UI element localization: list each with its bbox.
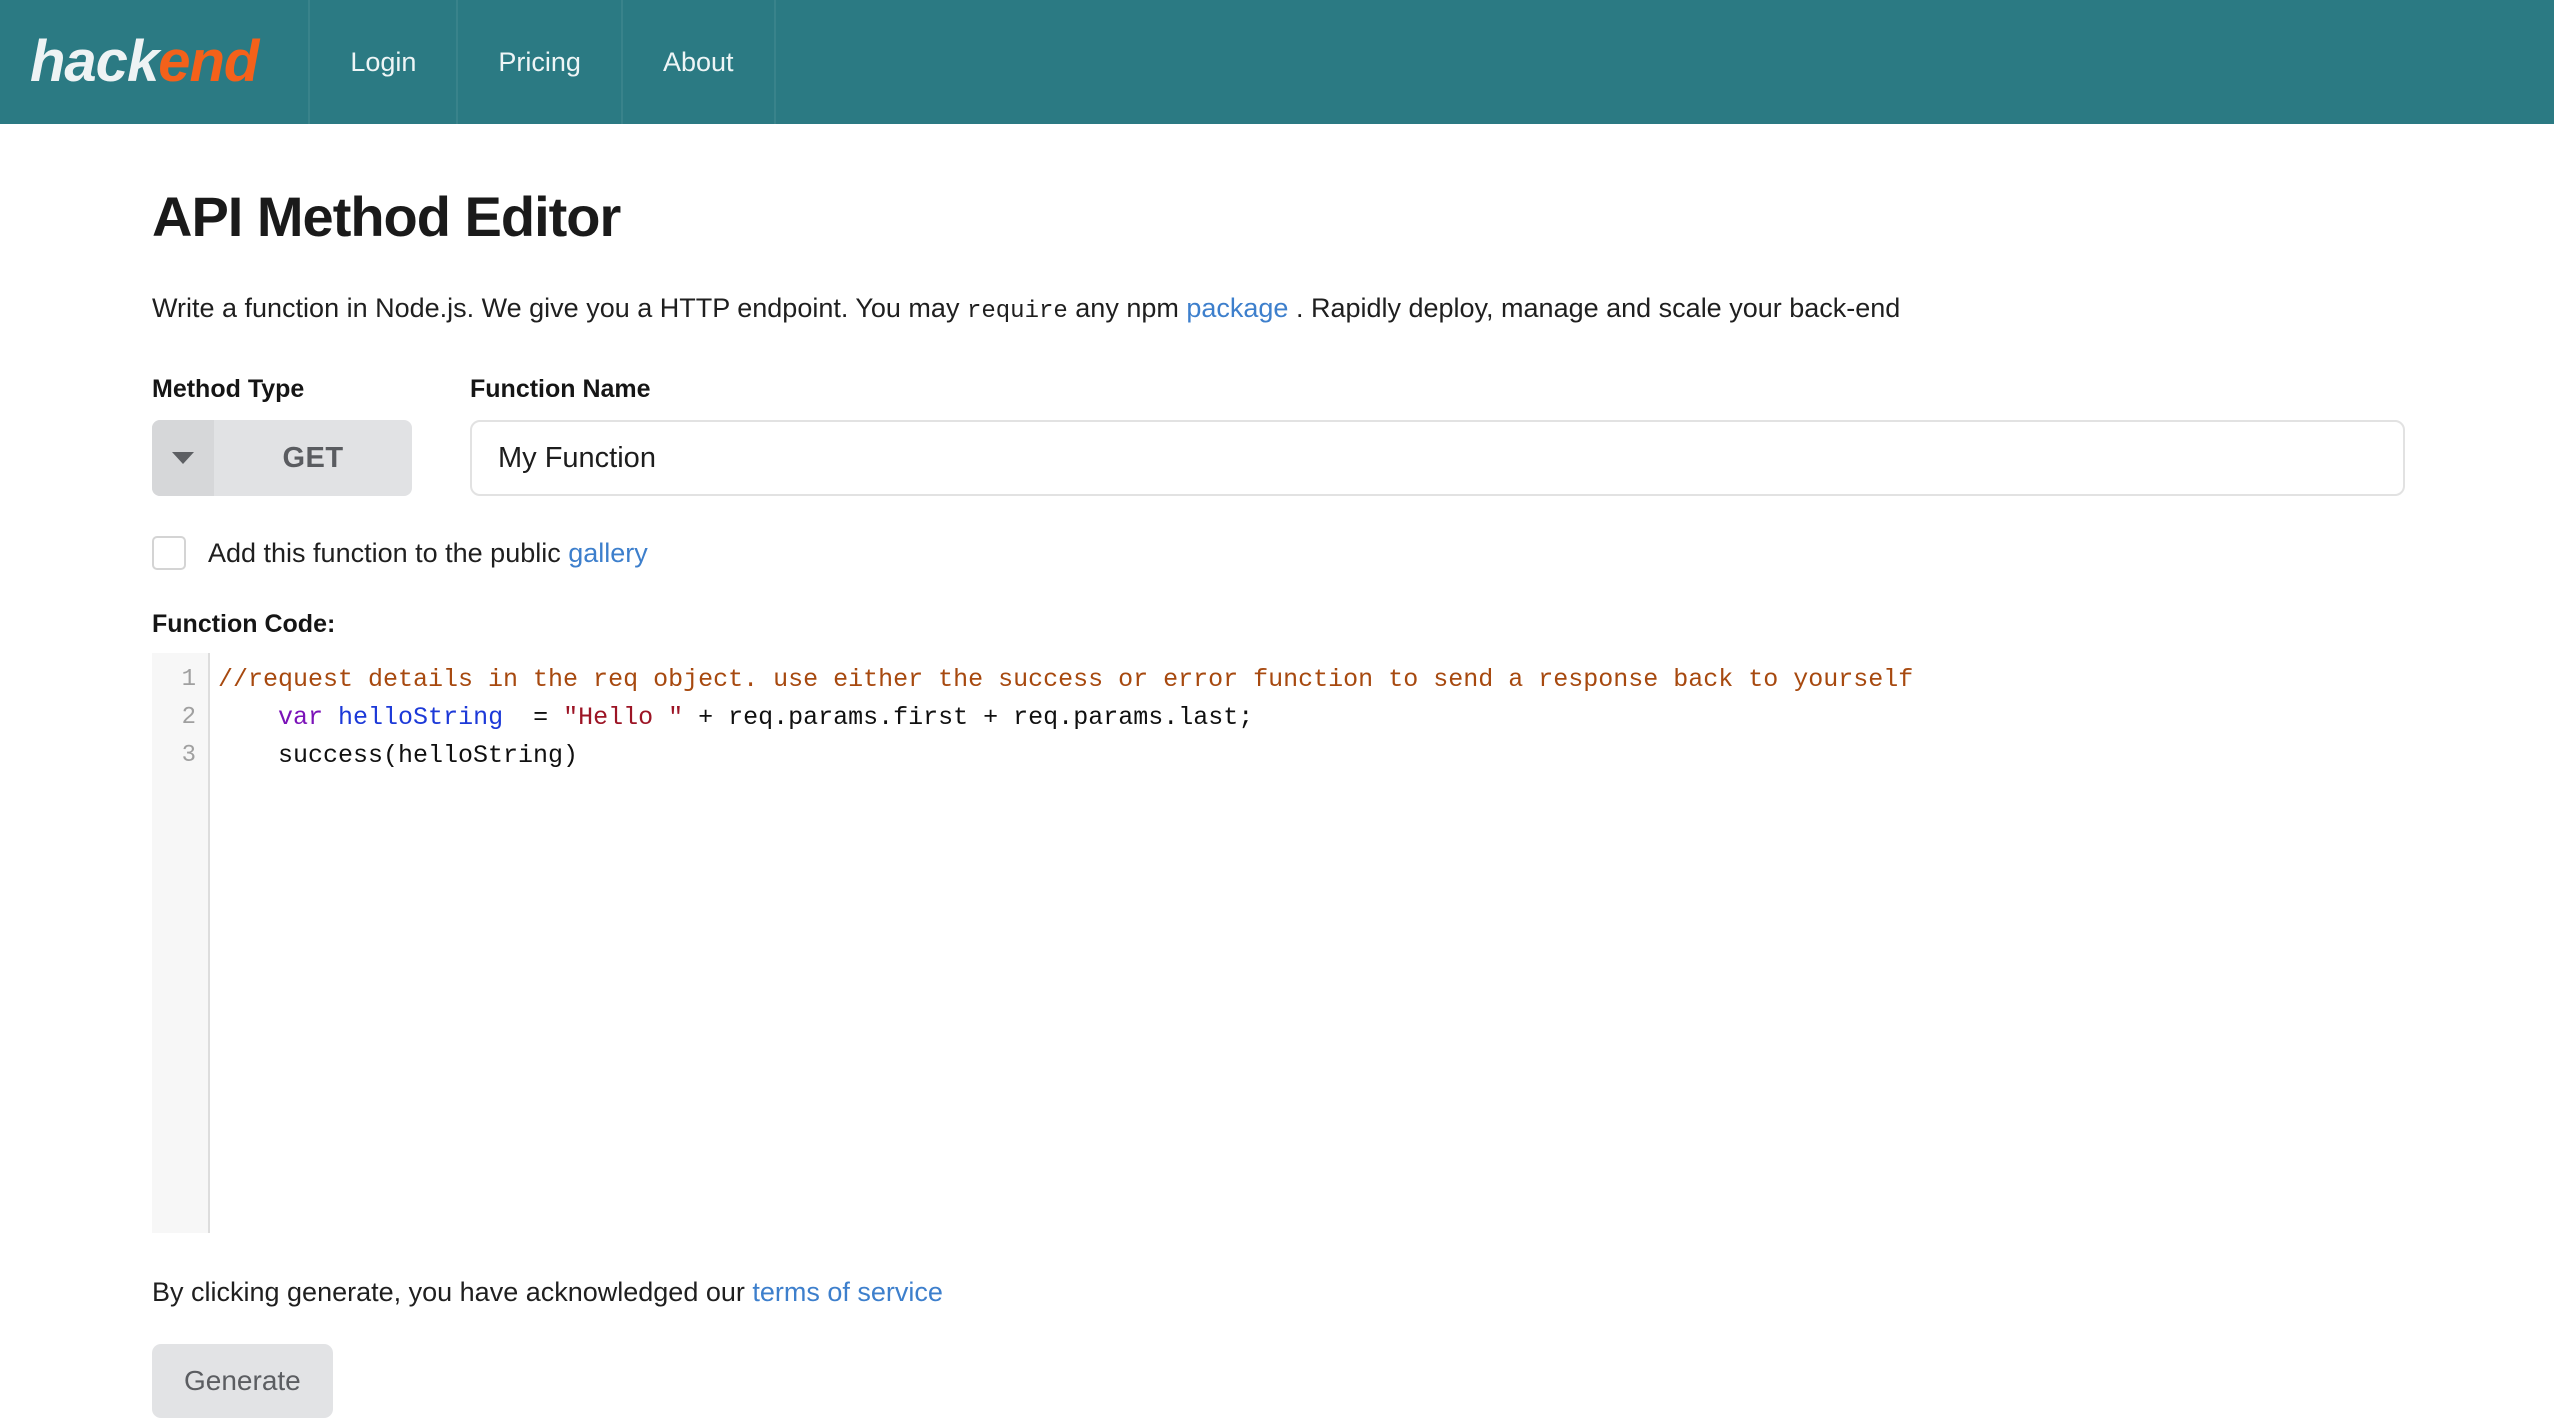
- gallery-link[interactable]: gallery: [568, 538, 648, 568]
- generate-button[interactable]: Generate: [152, 1344, 333, 1418]
- nav-item-login[interactable]: Login: [310, 0, 459, 124]
- nav-item-pricing[interactable]: Pricing: [458, 0, 623, 124]
- line-number: 1: [181, 666, 196, 694]
- function-name-label: Function Name: [470, 375, 651, 404]
- npm-package-link[interactable]: package: [1186, 293, 1288, 323]
- terms-of-service-link[interactable]: terms of service: [752, 1277, 943, 1307]
- gallery-checkbox[interactable]: [152, 536, 186, 571]
- code-line: //request details in the req object. use…: [218, 661, 2482, 699]
- function-name-input[interactable]: [470, 420, 2405, 497]
- line-number: 2: [181, 704, 196, 732]
- require-code-token: require: [966, 298, 1068, 325]
- method-type-field: Method Type GET: [152, 375, 440, 497]
- brand-logo[interactable]: hack end: [0, 0, 311, 124]
- page-description-part2: any npm: [1067, 293, 1187, 323]
- code-token-plain: success(helloString): [218, 741, 579, 771]
- line-number: 3: [181, 742, 196, 770]
- code-token-comment: //request details in the req object. use…: [218, 665, 1914, 695]
- method-type-value: GET: [282, 441, 344, 474]
- chevron-down-glyph: [172, 452, 194, 465]
- method-type-label: Method Type: [152, 375, 305, 404]
- code-editor-textarea[interactable]: //request details in the req object. use…: [210, 653, 2482, 1233]
- terms-notice-text: By clicking generate, you have acknowled…: [152, 1277, 753, 1308]
- main-content: API Method Editor Write a function in No…: [0, 184, 2554, 1418]
- terms-notice: By clicking generate, you have acknowled…: [152, 1277, 2554, 1308]
- gallery-checkbox-label: Add this function to the public gallery: [208, 538, 648, 569]
- page-description: Write a function in Node.js. We give you…: [152, 291, 2554, 327]
- code-editor-gutter: 1 2 3: [152, 653, 210, 1234]
- brand-logo-primary: hack: [30, 29, 159, 94]
- code-token-plain: + req.params.first + req.params.last;: [683, 703, 1254, 733]
- gallery-checkbox-row: Add this function to the public gallery: [152, 536, 2554, 571]
- page-title: API Method Editor: [152, 185, 621, 248]
- code-token-str: "Hello ": [563, 703, 684, 733]
- chevron-down-icon[interactable]: [152, 420, 214, 497]
- top-navbar: hack end Login Pricing About: [0, 0, 2554, 124]
- page-description-part3: . Rapidly deploy, manage and scale your …: [1288, 293, 1901, 323]
- function-name-field: Function Name: [470, 375, 2554, 497]
- page-description-part1: Write a function in Node.js. We give you…: [152, 293, 967, 323]
- code-token-kw: var: [278, 703, 324, 733]
- code-line: success(helloString): [218, 737, 2482, 775]
- code-editor[interactable]: 1 2 3 //request details in the req objec…: [152, 653, 2482, 1234]
- function-code-label: Function Code:: [152, 610, 336, 639]
- method-type-select[interactable]: GET: [152, 420, 412, 497]
- form-row: Method Type GET Function Name: [152, 375, 2554, 497]
- code-token-var: helloString: [338, 703, 504, 733]
- code-line: var helloString = "Hello " + req.params.…: [218, 699, 2482, 737]
- gallery-checkbox-text: Add this function to the public: [208, 537, 569, 568]
- nav-item-about[interactable]: About: [623, 0, 776, 124]
- brand-logo-accent: end: [158, 29, 259, 94]
- code-token-plain: =: [503, 703, 564, 733]
